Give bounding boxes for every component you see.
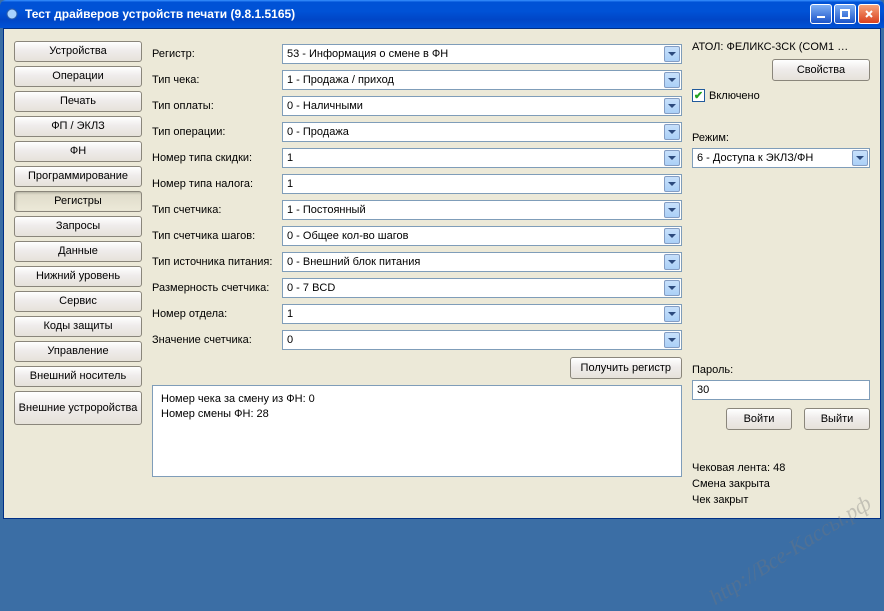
field-label: Тип оплаты: bbox=[152, 100, 282, 112]
field-label: Номер типа скидки: bbox=[152, 152, 282, 164]
window-title: Тест драйверов устройств печати (9.8.1.5… bbox=[25, 7, 810, 21]
window-controls bbox=[810, 4, 880, 24]
get-register-button[interactable]: Получить регистр bbox=[570, 357, 682, 379]
form-row-3: Тип операции: bbox=[152, 119, 682, 145]
title-bar: Тест драйверов устройств печати (9.8.1.5… bbox=[0, 0, 884, 28]
password-input[interactable] bbox=[692, 380, 870, 400]
mode-label: Режим: bbox=[692, 132, 870, 144]
app-icon bbox=[4, 6, 20, 22]
field-label: Тип источника питания: bbox=[152, 256, 282, 268]
sidebar-item-11[interactable]: Коды защиты bbox=[14, 316, 142, 337]
client-area: Устройства Операции Печать ФП / ЭКЛЗ ФН Прогр… bbox=[3, 28, 881, 519]
minimize-button[interactable] bbox=[810, 4, 832, 24]
field-select-4[interactable] bbox=[282, 148, 682, 168]
password-label: Пароль: bbox=[692, 364, 870, 376]
field-select-7[interactable] bbox=[282, 226, 682, 246]
field-select-6[interactable] bbox=[282, 200, 682, 220]
login-button[interactable]: Войти bbox=[726, 408, 792, 430]
sidebar-item-1[interactable]: Операции bbox=[14, 66, 142, 87]
field-label: Номер типа налога: bbox=[152, 178, 282, 190]
properties-button[interactable]: Свойства bbox=[772, 59, 870, 81]
sidebar-item-13[interactable]: Внешний носитель bbox=[14, 366, 142, 387]
field-label: Регистр: bbox=[152, 48, 282, 60]
sidebar: Устройства Операции Печать ФП / ЭКЛЗ ФН Прогр… bbox=[14, 41, 142, 508]
form-row-6: Тип счетчика: bbox=[152, 197, 682, 223]
sidebar-item-12[interactable]: Управление bbox=[14, 341, 142, 362]
logout-button[interactable]: Выйти bbox=[804, 408, 870, 430]
close-button[interactable] bbox=[858, 4, 880, 24]
field-label: Размерность счетчика: bbox=[152, 282, 282, 294]
sidebar-item-4[interactable]: ФН bbox=[14, 141, 142, 162]
status-line-0: Чековая лента: 48 bbox=[692, 460, 870, 476]
result-output: Номер чека за смену из ФН: 0 Номер смены… bbox=[152, 385, 682, 477]
form-row-9: Размерность счетчика: bbox=[152, 275, 682, 301]
field-select-1[interactable] bbox=[282, 70, 682, 90]
field-select-2[interactable] bbox=[282, 96, 682, 116]
form-row-10: Номер отдела: bbox=[152, 301, 682, 327]
form-row-4: Номер типа скидки: bbox=[152, 145, 682, 171]
sidebar-item-14[interactable]: Внешние устроройства bbox=[14, 391, 142, 425]
right-panel: АТОЛ: ФЕЛИКС-3СК (COM1 … Свойства ✔ Вклю… bbox=[692, 41, 870, 508]
device-name-label: АТОЛ: ФЕЛИКС-3СК (COM1 … bbox=[692, 41, 870, 53]
form-row-5: Номер типа налога: bbox=[152, 171, 682, 197]
field-select-11[interactable] bbox=[282, 330, 682, 350]
sidebar-item-5[interactable]: Программирование bbox=[14, 166, 142, 187]
field-label: Значение счетчика: bbox=[152, 334, 282, 346]
sidebar-item-9[interactable]: Нижний уровень bbox=[14, 266, 142, 287]
field-select-5[interactable] bbox=[282, 174, 682, 194]
field-select-0[interactable] bbox=[282, 44, 682, 64]
sidebar-item-6[interactable]: Регистры bbox=[14, 191, 142, 212]
field-label: Тип счетчика: bbox=[152, 204, 282, 216]
sidebar-item-0[interactable]: Устройства bbox=[14, 41, 142, 62]
form-row-2: Тип оплаты: bbox=[152, 93, 682, 119]
maximize-button[interactable] bbox=[834, 4, 856, 24]
sidebar-item-8[interactable]: Данные bbox=[14, 241, 142, 262]
sidebar-item-10[interactable]: Сервис bbox=[14, 291, 142, 312]
form-row-1: Тип чека: bbox=[152, 67, 682, 93]
form-row-0: Регистр: bbox=[152, 41, 682, 67]
field-label: Тип чека: bbox=[152, 74, 282, 86]
form-row-8: Тип источника питания: bbox=[152, 249, 682, 275]
sidebar-item-3[interactable]: ФП / ЭКЛЗ bbox=[14, 116, 142, 137]
status-info: Чековая лента: 48Смена закрытаЧек закрыт bbox=[692, 460, 870, 508]
main-panel: Регистр: Тип чека: Тип оплаты: Тип операции… bbox=[152, 41, 682, 508]
sidebar-item-2[interactable]: Печать bbox=[14, 91, 142, 112]
status-line-1: Смена закрыта bbox=[692, 476, 870, 492]
enabled-label: Включено bbox=[709, 90, 760, 102]
status-line-2: Чек закрыт bbox=[692, 492, 870, 508]
field-label: Тип операции: bbox=[152, 126, 282, 138]
form-row-7: Тип счетчика шагов: bbox=[152, 223, 682, 249]
enabled-checkbox[interactable]: ✔ bbox=[692, 89, 705, 102]
sidebar-item-7[interactable]: Запросы bbox=[14, 216, 142, 237]
field-select-8[interactable] bbox=[282, 252, 682, 272]
field-label: Тип счетчика шагов: bbox=[152, 230, 282, 242]
field-label: Номер отдела: bbox=[152, 308, 282, 320]
field-select-10[interactable] bbox=[282, 304, 682, 324]
field-select-9[interactable] bbox=[282, 278, 682, 298]
mode-select[interactable] bbox=[692, 148, 870, 168]
field-select-3[interactable] bbox=[282, 122, 682, 142]
form-row-11: Значение счетчика: bbox=[152, 327, 682, 353]
